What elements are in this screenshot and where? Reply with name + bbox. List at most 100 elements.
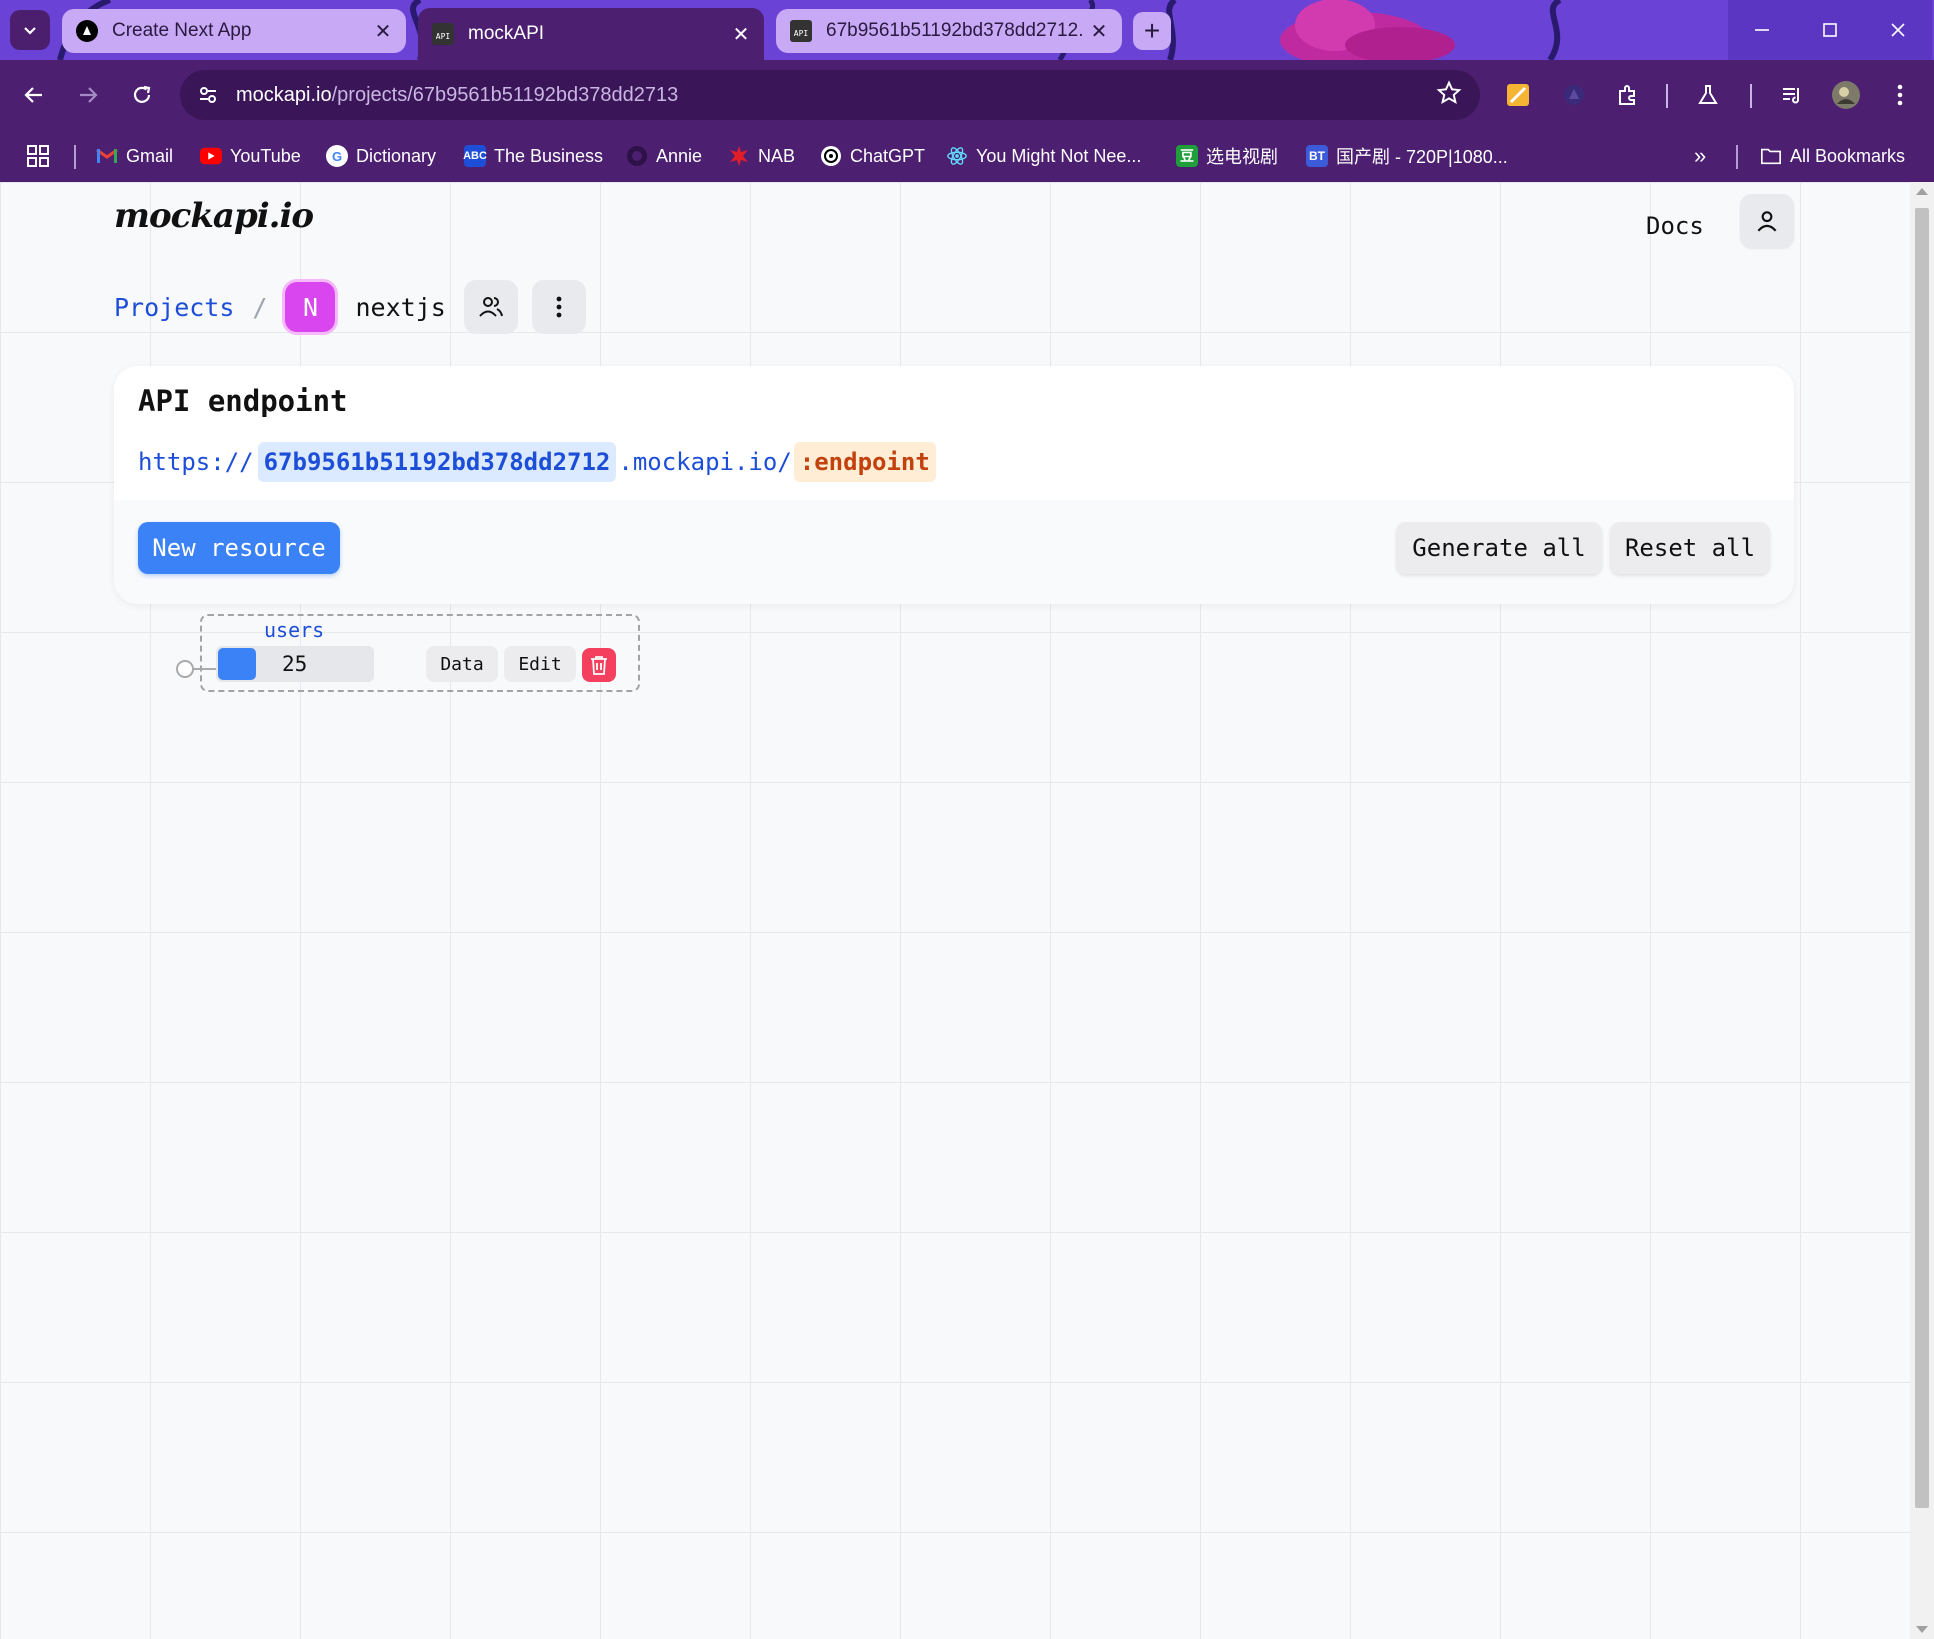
bookmark-gmail[interactable]: Gmail (96, 142, 173, 170)
card-title: API endpoint (138, 384, 348, 418)
generate-all-button[interactable]: Generate all (1396, 522, 1602, 574)
docs-link[interactable]: Docs (1646, 212, 1704, 240)
bookmark-bt[interactable]: BT 国产剧 - 720P|1080... (1306, 142, 1508, 170)
data-button[interactable]: Data (426, 646, 498, 682)
reload-button[interactable] (122, 75, 162, 115)
bookmark-label: The Business (494, 145, 604, 166)
more-vertical-icon (556, 296, 562, 318)
user-menu-button[interactable] (1740, 194, 1794, 248)
record-count-slider[interactable]: 25 (216, 646, 374, 682)
resource-name[interactable]: users (264, 618, 324, 642)
projects-link[interactable]: Projects (114, 293, 234, 322)
project-avatar[interactable]: N (285, 282, 336, 332)
user-icon (1757, 211, 1777, 232)
extension-icon[interactable] (1554, 75, 1594, 115)
page-scrollbar[interactable] (1910, 182, 1934, 1639)
bookmark-label: NAB (758, 145, 796, 166)
labs-flask-icon[interactable] (1688, 75, 1728, 115)
douban-icon: 豆 (1176, 145, 1198, 167)
edit-button[interactable]: Edit (504, 646, 576, 682)
tab-mockapi[interactable]: API mockAPI ✕ (418, 8, 764, 60)
project-menu-button[interactable] (531, 280, 586, 334)
close-icon[interactable]: ✕ (368, 19, 398, 44)
google-icon: G (326, 145, 348, 167)
extensions-puzzle-icon[interactable] (1608, 75, 1648, 115)
chevron-down-icon (24, 27, 36, 35)
bookmark-star-icon[interactable] (1436, 80, 1462, 111)
tab-title: mockAPI (468, 23, 545, 44)
project-name: nextjs (355, 292, 446, 322)
close-icon (1891, 23, 1905, 37)
tab-strip: Create Next App ✕ API mockAPI ✕ API 67b9… (0, 0, 1934, 60)
bookmark-the-business[interactable]: ABC The Business (463, 142, 604, 170)
back-button[interactable] (14, 75, 54, 115)
bookmark-dictionary[interactable]: G Dictionary (326, 142, 436, 170)
app-logo[interactable]: mockapi.io (114, 196, 314, 236)
url-text: mockapi.io/projects/67b9561b51192bd378dd… (236, 84, 678, 107)
scroll-down-arrow-icon[interactable] (1916, 1626, 1928, 1633)
endpoint-url[interactable]: https:// 67b9561b51192bd378dd2712 .mocka… (138, 442, 936, 482)
bookmark-youtube[interactable]: YouTube (200, 142, 301, 170)
bookmark-annie[interactable]: Annie (626, 142, 702, 170)
bookmark-label: Gmail (126, 145, 174, 166)
bookmark-label: 选电视剧 (1206, 147, 1278, 167)
bookmark-label: Dictionary (356, 145, 437, 166)
bookmark-label: Annie (656, 145, 703, 166)
media-control-icon[interactable] (1772, 75, 1812, 115)
scrollbar-thumb[interactable] (1915, 208, 1929, 1508)
all-bookmarks-button[interactable]: All Bookmarks (1760, 142, 1905, 170)
reload-icon (133, 85, 151, 103)
connector-handle[interactable] (176, 660, 194, 678)
maximize-button[interactable] (1796, 0, 1864, 60)
minimize-icon (1755, 29, 1769, 31)
bookmark-label: You Might Not Nee... (976, 145, 1142, 166)
react-icon (946, 145, 968, 167)
tab-search-button[interactable] (10, 10, 50, 50)
bookmark-label: 国产剧 - 720P|1080... (1336, 147, 1508, 167)
bookmark-you-might-not-need[interactable]: You Might Not Nee... (946, 142, 1141, 170)
close-icon[interactable]: ✕ (1084, 19, 1114, 44)
address-bar[interactable]: mockapi.io/projects/67b9561b51192bd378dd… (180, 70, 1480, 120)
members-button[interactable] (463, 280, 518, 334)
arrow-left-icon (24, 87, 42, 103)
new-resource-button[interactable]: New resource (138, 522, 340, 574)
breadcrumb-separator: / (252, 292, 268, 322)
count-slider-fill[interactable] (218, 648, 256, 680)
endpoint-project-id: 67b9561b51192bd378dd2712 (257, 442, 617, 482)
scroll-up-arrow-icon[interactable] (1916, 188, 1928, 195)
browser-toolbar: mockapi.io/projects/67b9561b51192bd378dd… (0, 60, 1934, 130)
site-info-icon[interactable] (188, 75, 228, 115)
minimize-button[interactable] (1728, 0, 1796, 60)
youtube-icon (200, 145, 222, 167)
profile-avatar-icon[interactable] (1826, 75, 1866, 115)
close-window-button[interactable] (1864, 0, 1932, 60)
nextjs-icon (76, 20, 98, 42)
resource-node-users[interactable]: users 25 Data Edit (176, 614, 640, 692)
bookmark-douban[interactable]: 豆 选电视剧 (1176, 142, 1278, 170)
maximize-icon (1823, 23, 1837, 37)
close-icon[interactable]: ✕ (726, 22, 756, 47)
apps-grid-icon[interactable] (26, 142, 50, 170)
bookmark-chatgpt[interactable]: ChatGPT (820, 142, 925, 170)
tab-title: Create Next App (112, 20, 252, 41)
connector-line (192, 668, 218, 670)
browser-menu-icon[interactable] (1880, 75, 1920, 115)
delete-button[interactable] (582, 648, 616, 682)
openai-icon (820, 145, 842, 167)
url-path: /projects/67b9561b51192bd378dd2713 (331, 83, 679, 106)
api-endpoint-card: API endpoint https:// 67b9561b51192bd378… (114, 366, 1794, 604)
breadcrumb: Projects / N nextjs (114, 280, 600, 334)
toolbar-divider (1666, 84, 1668, 108)
endpoint-placeholder: :endpoint (793, 442, 936, 482)
url-host: mockapi.io (236, 83, 332, 106)
new-tab-button[interactable]: + (1133, 12, 1171, 50)
more-bookmarks-button[interactable]: » (1694, 142, 1706, 170)
tab-endpoint[interactable]: API 67b9561b51192bd378dd2712.m ✕ (776, 9, 1122, 53)
tab-create-next-app[interactable]: Create Next App ✕ (62, 9, 406, 53)
extension-notes-icon[interactable] (1498, 75, 1538, 115)
reset-all-button[interactable]: Reset all (1610, 522, 1770, 574)
record-count: 25 (282, 652, 308, 676)
forward-button[interactable] (68, 75, 108, 115)
bookmark-nab[interactable]: NAB (728, 142, 795, 170)
bookmark-divider (74, 145, 76, 169)
